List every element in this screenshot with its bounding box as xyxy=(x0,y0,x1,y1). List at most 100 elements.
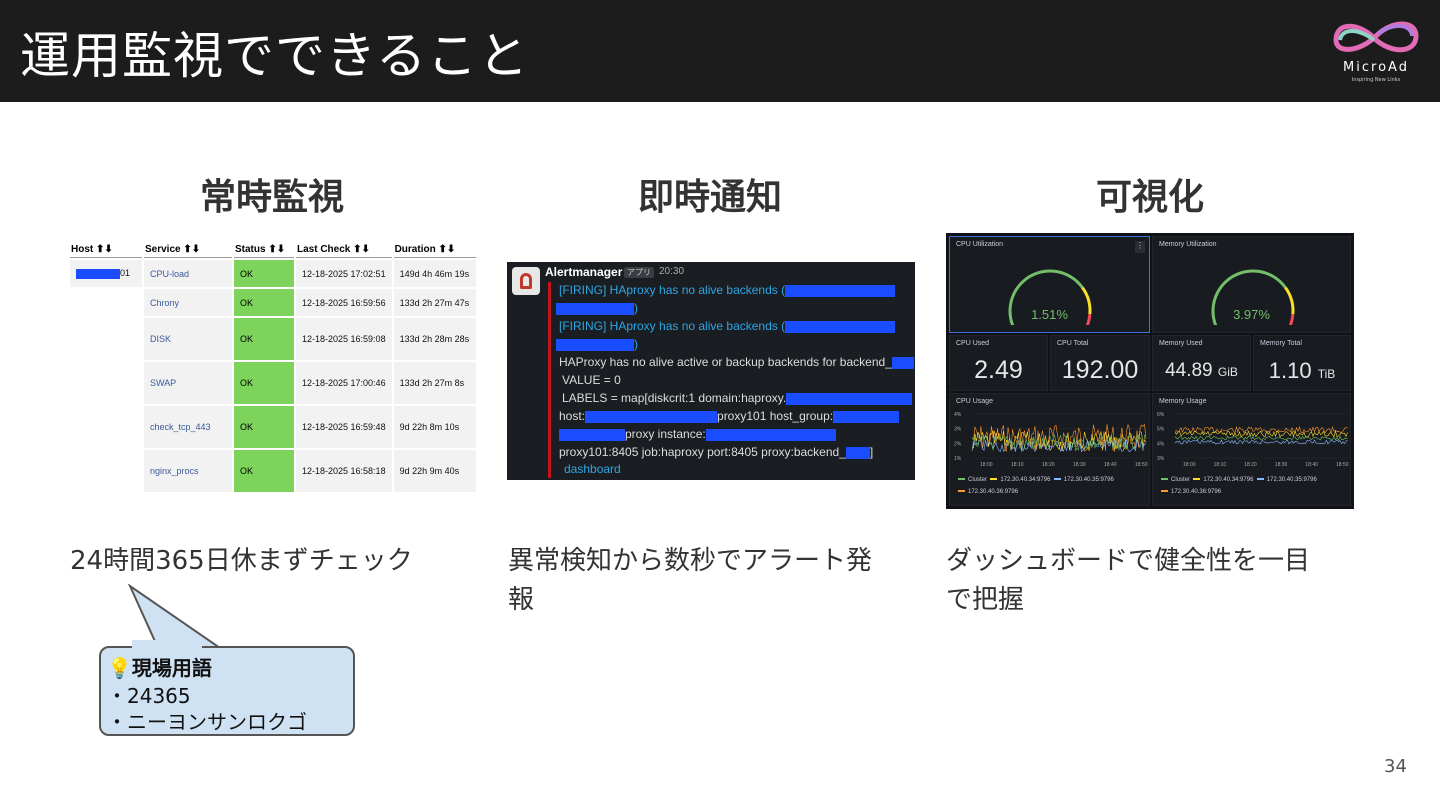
firing-alert-link[interactable]: [FIRING] HAproxy has no alive backends ( xyxy=(559,283,896,297)
grafana-dashboard: CPU Utilization ⋮ 1.51% Memory Utilizati… xyxy=(946,233,1354,509)
redacted-block xyxy=(559,428,625,441)
service-link[interactable]: CPU-load xyxy=(144,260,232,287)
last-check-cell: 12-18-2025 17:02:51 xyxy=(296,260,392,287)
status-badge: OK xyxy=(234,450,294,492)
x-tick-label: 18:10 xyxy=(1011,462,1024,468)
chart-legend: 172.30.40.36:9796 xyxy=(1161,489,1221,495)
dashboard-link[interactable]: dashboard xyxy=(564,462,621,476)
callout-tail-mask xyxy=(132,640,202,650)
memory-total-panel[interactable]: Memory Total 1.10 TiB xyxy=(1253,335,1351,391)
last-check-cell: 12-18-2025 17:00:46 xyxy=(296,362,392,404)
sort-arrows-icon: ⬆⬇ xyxy=(268,244,286,255)
y-tick-label: 5% xyxy=(1157,427,1165,433)
heading-visualization: 可視化 xyxy=(1095,177,1204,218)
legend-item[interactable]: 172.30.40.34:9796 xyxy=(990,477,1050,483)
memory-usage-panel[interactable]: Memory Usage 6% 5% 4% 3% 18:00 18:10 18:20 18:3… xyxy=(1152,393,1351,506)
sender-name[interactable]: Alertmanager xyxy=(545,265,622,279)
y-tick-label: 6% xyxy=(1157,412,1165,418)
cpu-usage-panel[interactable]: CPU Usage 4% 3% 2% 1% 18:00 18:10 18:20 18:30 18… xyxy=(949,393,1150,506)
legend-item[interactable]: 172.30.40.35:9796 xyxy=(1256,477,1317,483)
service-link[interactable]: check_tcp_443 xyxy=(144,406,232,448)
last-check-cell: 12-18-2025 16:59:48 xyxy=(296,406,392,448)
x-tick-label: 18:40 xyxy=(1305,462,1318,468)
service-status-table: Host ⬆⬇ Service ⬆⬇ Status ⬆⬇ Last Check … xyxy=(68,240,478,494)
heading-constant-monitoring: 常時監視 xyxy=(199,177,344,218)
y-tick-label: 3% xyxy=(954,427,962,433)
table-row: Chrony OK 12-18-2025 16:59:56 133d 2h 27… xyxy=(70,289,476,316)
legend-item[interactable]: Cluster xyxy=(1161,477,1190,483)
y-tick-label: 2% xyxy=(954,441,962,447)
duration-cell: 133d 2h 27m 47s xyxy=(393,289,476,316)
callout-line: ・ニーヨンサンロクゴ xyxy=(107,710,307,734)
duration-cell: 133d 2h 27m 8s xyxy=(393,362,476,404)
y-tick-label: 4% xyxy=(1157,441,1165,447)
cpu-utilization-panel[interactable]: CPU Utilization ⋮ 1.51% xyxy=(949,236,1150,333)
heading-instant-notification: 即時通知 xyxy=(637,177,782,218)
redacted-block xyxy=(785,320,896,333)
message-time[interactable]: 20:30 xyxy=(659,266,684,277)
gauge-value: 3.97% xyxy=(1233,307,1270,322)
duration-cell: 149d 4h 46m 19s xyxy=(393,260,476,287)
alert-description: HAProxy has no alive active or backup ba… xyxy=(559,355,914,369)
alert-host: host: proxy101 host_group: xyxy=(559,409,900,423)
table-header-row: Host ⬆⬇ Service ⬆⬇ Status ⬆⬇ Last Check … xyxy=(70,242,476,258)
legend-item[interactable]: 172.30.40.35:9796 xyxy=(1053,477,1114,483)
infinity-logo-icon xyxy=(1333,21,1419,53)
x-tick-label: 18:30 xyxy=(1275,462,1288,468)
alert-instance: proxy instance: xyxy=(559,427,836,441)
col-header-service[interactable]: Service ⬆⬇ xyxy=(144,242,232,258)
redacted-block xyxy=(585,410,718,423)
cpu-total-panel[interactable]: CPU Total 192.00 xyxy=(1050,335,1150,391)
col-header-duration[interactable]: Duration ⬆⬇ xyxy=(393,242,476,258)
panel-menu-icon[interactable]: ⋮ xyxy=(1135,241,1145,253)
status-badge: OK xyxy=(234,260,294,287)
alert-value: VALUE = 0 xyxy=(562,373,621,387)
firing-alert-link-cont[interactable]: ) xyxy=(556,301,638,315)
panel-title: Memory Used xyxy=(1159,340,1203,347)
sort-arrows-icon: ⬆⬇ xyxy=(353,244,370,255)
chart-legend: Cluster 172.30.40.34:9796 172.30.40.35:9… xyxy=(1161,477,1317,483)
y-tick-label: 3% xyxy=(1157,456,1165,462)
caption-constant-monitoring: 24時間365日休まずチェック xyxy=(70,546,413,576)
sort-arrows-icon: ⬆⬇ xyxy=(438,244,456,255)
panel-title: CPU Total xyxy=(1057,340,1089,347)
table-row: SWAP OK 12-18-2025 17:00:46 133d 2h 27m … xyxy=(70,362,476,404)
col-header-status[interactable]: Status ⬆⬇ xyxy=(234,242,294,258)
firing-alert-link[interactable]: [FIRING] HAproxy has no alive backends ( xyxy=(559,319,896,333)
service-link[interactable]: Chrony xyxy=(144,289,232,316)
memory-usage-timeseries: 6% 5% 4% 3% 18:00 18:10 18:20 18:30 18:40 18:50 xyxy=(1157,412,1349,468)
service-link[interactable]: SWAP xyxy=(144,362,232,404)
x-tick-label: 18:20 xyxy=(1244,462,1257,468)
service-link[interactable]: nginx_procs xyxy=(144,450,232,492)
legend-item[interactable]: 172.30.40.36:9796 xyxy=(1161,489,1221,495)
last-check-cell: 12-18-2025 16:59:56 xyxy=(296,289,392,316)
col-header-last-check[interactable]: Last Check ⬆⬇ xyxy=(296,242,392,258)
redacted-block xyxy=(705,428,836,441)
series-line xyxy=(1174,435,1348,441)
memory-utilization-panel[interactable]: Memory Utilization 3.97% xyxy=(1152,236,1351,333)
status-badge: OK xyxy=(234,406,294,448)
firing-alert-link-cont[interactable]: ) xyxy=(556,337,638,351)
memory-used-panel[interactable]: Memory Used 44.89 GiB xyxy=(1152,335,1251,391)
host-cell[interactable]: 01 xyxy=(70,260,142,287)
legend-item[interactable]: 172.30.40.36:9796 xyxy=(958,489,1018,495)
col-header-host[interactable]: Host ⬆⬇ xyxy=(70,242,142,258)
callout-line: ・24365 xyxy=(107,684,191,708)
legend-item[interactable]: 172.30.40.34:9796 xyxy=(1193,477,1253,483)
table-row: check_tcp_443 OK 12-18-2025 16:59:48 9d … xyxy=(70,406,476,448)
alertmanager-avatar[interactable] xyxy=(512,267,540,295)
cpu-used-panel[interactable]: CPU Used 2.49 xyxy=(949,335,1048,391)
microad-logo: MicroAd Inspiring New Links xyxy=(1326,14,1426,90)
status-badge: OK xyxy=(234,362,294,404)
redacted-block xyxy=(785,284,896,297)
redacted-block xyxy=(786,392,913,405)
logo-wordmark: MicroAd xyxy=(1343,60,1409,75)
redacted-block xyxy=(556,302,634,315)
logo-tagline: Inspiring New Links xyxy=(1351,77,1401,83)
legend-item[interactable]: Cluster xyxy=(958,477,987,483)
table-row: nginx_procs OK 12-18-2025 16:58:18 9d 22… xyxy=(70,450,476,492)
x-tick-label: 18:00 xyxy=(980,462,993,468)
service-link[interactable]: DISK xyxy=(144,318,232,360)
caption-visualization: ダッシュボードで健全性を一目 で把握 xyxy=(946,546,1311,615)
redacted-block xyxy=(76,268,120,279)
